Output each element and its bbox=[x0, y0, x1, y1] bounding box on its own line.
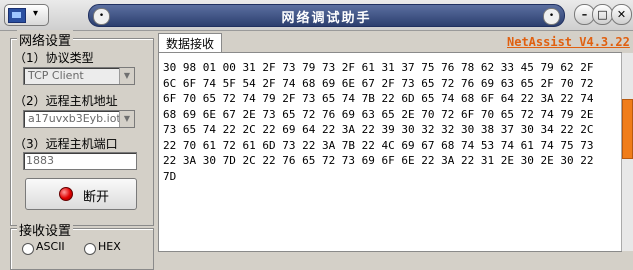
network-settings-group: 网络设置 （1）协议类型 TCP Client ▼ （2）远程主机地址 a17u… bbox=[10, 30, 154, 226]
protocol-select[interactable]: TCP Client ▼ bbox=[23, 67, 135, 85]
app-icon bbox=[8, 8, 26, 23]
scroll-thumb[interactable] bbox=[622, 99, 633, 159]
network-settings-title: 网络设置 bbox=[17, 30, 74, 49]
chevron-down-icon: ▾ bbox=[33, 8, 39, 19]
chevron-down-icon[interactable]: ▼ bbox=[119, 68, 134, 84]
remote-port-label: （3）远程主机端口 bbox=[14, 137, 118, 151]
protocol-value: TCP Client bbox=[28, 69, 84, 82]
maximize-button[interactable]: □ bbox=[592, 4, 613, 25]
close-button[interactable]: ✕ bbox=[611, 4, 632, 25]
tab-data-receive[interactable]: 数据接收 bbox=[158, 33, 222, 54]
window-title: 网络调试助手 bbox=[281, 11, 372, 26]
hex-label: HEX bbox=[98, 240, 121, 253]
title-bar: ▾ • 网络调试助手 • – □ ✕ bbox=[0, 0, 633, 31]
remote-host-select[interactable]: a17uvxb3Eyb.iot- ▼ bbox=[23, 110, 135, 128]
protocol-label: （1）协议类型 bbox=[14, 51, 94, 65]
receive-settings-title: 接收设置 bbox=[17, 220, 74, 239]
connection-status-led-icon bbox=[59, 187, 73, 201]
remote-port-value: 1883 bbox=[26, 154, 54, 167]
remote-host-value: a17uvxb3Eyb.iot- bbox=[28, 112, 125, 125]
receive-data-panel[interactable]: 30 98 01 00 31 2F 73 79 73 2F 61 31 37 7… bbox=[158, 52, 633, 252]
remote-host-label: （2）远程主机地址 bbox=[14, 94, 118, 108]
vertical-scrollbar[interactable] bbox=[621, 53, 633, 251]
chevron-down-icon[interactable]: ▼ bbox=[119, 111, 134, 127]
disconnect-button[interactable]: 断开 bbox=[25, 178, 137, 210]
title-pill: • 网络调试助手 • bbox=[88, 4, 565, 27]
remote-port-field[interactable]: 1883 bbox=[23, 152, 137, 170]
ascii-radio[interactable] bbox=[22, 243, 34, 255]
system-menu-button[interactable]: ▾ bbox=[4, 4, 49, 26]
pin-icon[interactable]: • bbox=[543, 8, 560, 25]
hex-radio[interactable] bbox=[84, 243, 96, 255]
received-data-text[interactable]: 30 98 01 00 31 2F 73 79 73 2F 61 31 37 7… bbox=[163, 60, 603, 184]
disconnect-label: 断开 bbox=[83, 190, 110, 205]
version-link[interactable]: NetAssist V4.3.22 bbox=[507, 35, 630, 49]
ascii-label: ASCII bbox=[36, 240, 65, 253]
